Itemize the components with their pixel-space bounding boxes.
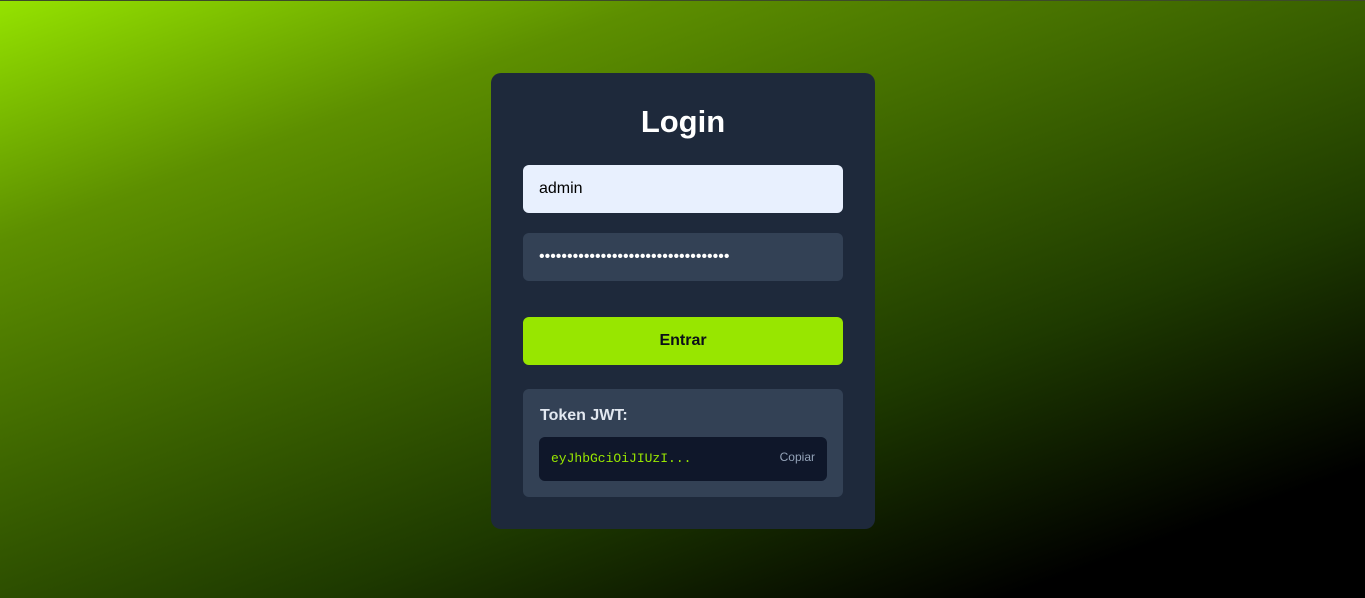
token-value-row: eyJhbGciOiJIUzI... Copiar — [539, 437, 827, 481]
password-input[interactable]: •••••••••••••••••••••••••••••••••• — [523, 233, 843, 281]
token-value: eyJhbGciOiJIUzI... — [551, 451, 692, 466]
username-input[interactable] — [523, 165, 843, 213]
top-border — [0, 0, 1365, 1]
page-title: Login — [640, 104, 726, 139]
copy-button[interactable]: Copiar — [780, 450, 815, 464]
password-masked-value: •••••••••••••••••••••••••••••••••• — [539, 248, 730, 265]
submit-button[interactable]: Entrar — [523, 317, 843, 365]
token-panel: Token JWT: eyJhbGciOiJIUzI... Copiar — [523, 389, 843, 497]
login-card: Login ••••••••••••••••••••••••••••••••••… — [491, 73, 875, 529]
token-label: Token JWT: — [540, 407, 628, 424]
